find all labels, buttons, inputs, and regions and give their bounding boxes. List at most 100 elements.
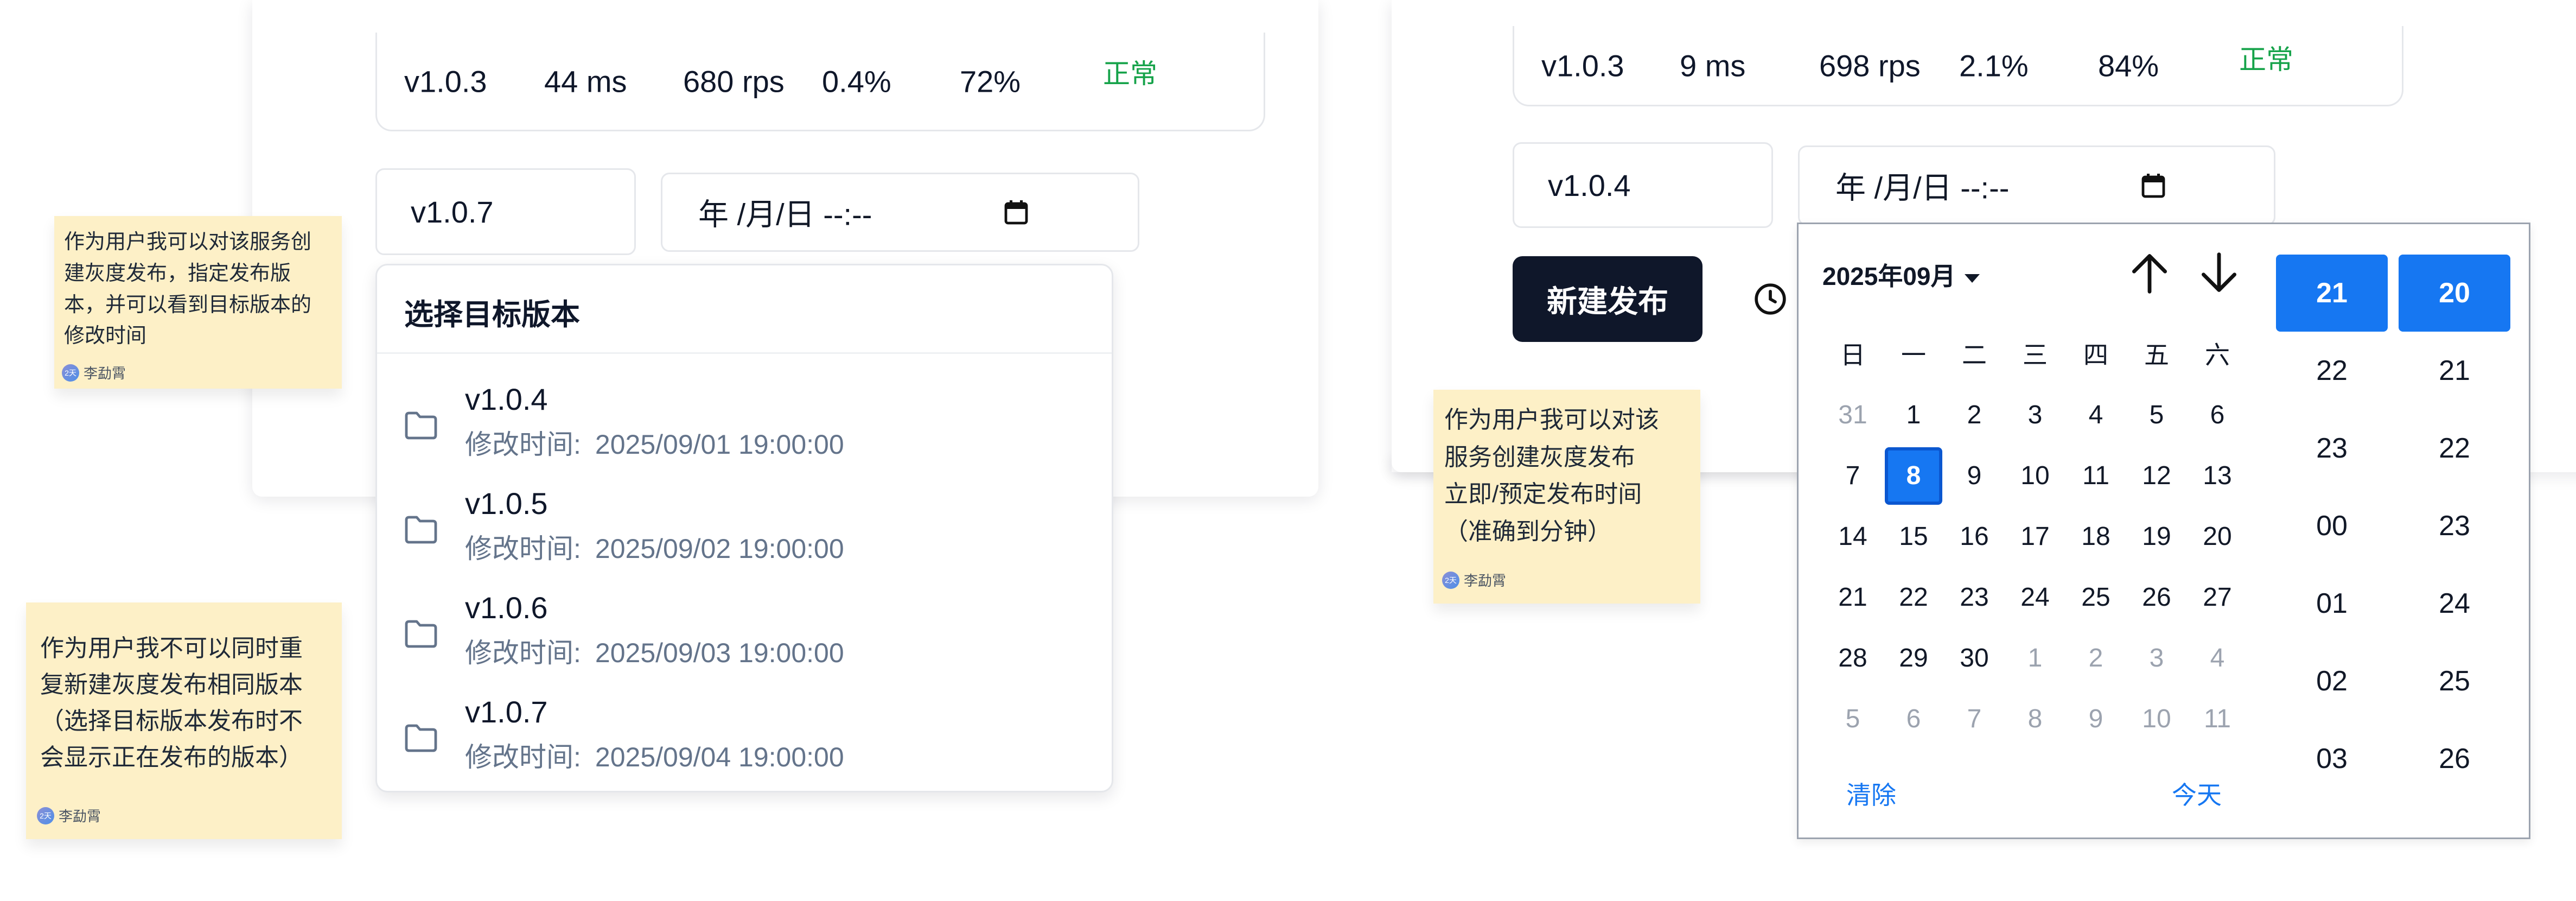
note-line: 本，并可以看到目标版本的 — [64, 293, 312, 316]
note-author: 2天 李勐霄 — [1442, 570, 1506, 590]
selected-day[interactable]: 8 — [1885, 447, 1942, 505]
calendar-day[interactable]: 26 — [2129, 570, 2184, 625]
left-metrics-row: v1.0.3 44 ms 680 rps 0.4% 72% 正常 — [375, 33, 1265, 131]
target-version-dropdown: 选择目标版本 v1.0.4 修改时间: 2025/09/01 19:00:00 v… — [375, 264, 1113, 792]
calendar-icon[interactable] — [1004, 200, 1028, 225]
calendar-day[interactable]: 20 — [2190, 510, 2245, 564]
dropdown-title: 选择目标版本 — [404, 299, 580, 331]
calendar-day[interactable]: 29 — [1886, 631, 1941, 686]
selected-hour[interactable]: 21 — [2276, 255, 2388, 332]
hour-option[interactable]: 02 — [2276, 643, 2388, 720]
metric-version: v1.0.3 — [1541, 48, 1624, 83]
calendar-day[interactable]: 4 — [2190, 631, 2245, 686]
version-option[interactable]: v1.0.4 修改时间: 2025/09/01 19:00:00 — [377, 372, 1112, 476]
calendar-day[interactable]: 7 — [1947, 692, 2001, 746]
version-select-value: v1.0.4 — [1548, 168, 1631, 202]
arrow-up-icon[interactable] — [2131, 251, 2169, 295]
weekday-label: 一 — [1901, 341, 1926, 369]
hour-option[interactable]: 01 — [2276, 565, 2388, 642]
calendar-day[interactable]: 3 — [2129, 631, 2184, 686]
calendar-day[interactable]: 12 — [2129, 449, 2184, 503]
modified-time: 2025/09/01 19:00:00 — [595, 429, 844, 460]
status-badge: 正常 — [2239, 45, 2293, 75]
calendar-day[interactable]: 30 — [1947, 631, 2001, 686]
calendar-day[interactable]: 10 — [2129, 692, 2184, 746]
version-select[interactable]: v1.0.7 — [375, 168, 636, 255]
metric-throughput: 680 rps — [683, 64, 785, 98]
note-line: 会显示正在发布的版本） — [40, 744, 303, 771]
datetime-input[interactable]: 年 /月/日 --:-- — [1798, 145, 2275, 226]
today-button[interactable]: 今天 — [2172, 776, 2222, 811]
calendar-day[interactable]: 6 — [2190, 388, 2245, 442]
minute-option[interactable]: 24 — [2399, 565, 2510, 642]
note-line: 服务创建灰度发布 — [1444, 443, 1635, 471]
version-option[interactable]: v1.0.7 修改时间: 2025/09/04 19:00:00 — [377, 684, 1112, 789]
calendar-day[interactable]: 14 — [1826, 510, 1880, 564]
metric-version: v1.0.3 — [404, 64, 487, 98]
calendar-day[interactable]: 28 — [1826, 631, 1880, 686]
sticky-note: 作为用户我不可以同时重 复新建灰度发布相同版本 （选择目标版本发布时不 会显示正… — [26, 602, 342, 839]
calendar-day[interactable]: 24 — [2008, 570, 2062, 625]
calendar-icon[interactable] — [2141, 173, 2165, 198]
note-line: （准确到分钟） — [1444, 518, 1611, 545]
calendar-day[interactable]: 27 — [2190, 570, 2245, 625]
minute-option[interactable]: 21 — [2399, 332, 2510, 409]
calendar-day[interactable]: 22 — [1886, 570, 1941, 625]
calendar-day[interactable]: 21 — [1826, 570, 1880, 625]
note-author: 2天 李勐霄 — [37, 805, 101, 826]
version-option[interactable]: v1.0.6 修改时间: 2025/09/03 19:00:00 — [377, 580, 1112, 684]
datetime-placeholder: 年 /月/日 --:-- — [1835, 170, 2010, 205]
calendar-day[interactable]: 15 — [1886, 510, 1941, 564]
minute-option[interactable]: 26 — [2399, 720, 2510, 797]
calendar-day[interactable]: 2 — [2069, 631, 2123, 686]
calendar-day[interactable]: 1 — [1886, 388, 1941, 442]
calendar-day[interactable]: 16 — [1947, 510, 2001, 564]
selected-minute[interactable]: 20 — [2399, 255, 2510, 332]
version-option[interactable]: v1.0.5 修改时间: 2025/09/02 19:00:00 — [377, 476, 1112, 580]
calendar-day[interactable]: 10 — [2008, 449, 2062, 503]
arrow-down-icon[interactable] — [2200, 251, 2238, 295]
minute-option[interactable]: 23 — [2399, 487, 2510, 564]
weekday-label: 二 — [1962, 341, 1987, 369]
calendar-day[interactable]: 25 — [2069, 570, 2123, 625]
calendar-day[interactable]: 23 — [1947, 570, 2001, 625]
minute-option[interactable]: 22 — [2399, 410, 2510, 487]
calendar-day[interactable]: 13 — [2190, 449, 2245, 503]
calendar-day[interactable]: 8 — [2008, 692, 2062, 746]
calendar-day[interactable]: 3 — [2008, 388, 2062, 442]
calendar-day[interactable]: 31 — [1826, 388, 1880, 442]
datetime-input[interactable]: 年 /月/日 --:-- — [661, 173, 1139, 252]
calendar-day[interactable]: 7 — [1826, 449, 1880, 503]
calendar-day[interactable]: 6 — [1886, 692, 1941, 746]
calendar-day[interactable]: 11 — [2069, 449, 2123, 503]
hour-option[interactable]: 03 — [2276, 720, 2388, 797]
note-author-name: 李勐霄 — [59, 808, 101, 824]
calendar-day[interactable]: 9 — [1947, 449, 2001, 503]
calendar-day[interactable]: 17 — [2008, 510, 2062, 564]
version-option-meta: 修改时间: 2025/09/04 19:00:00 — [465, 735, 844, 775]
metric-error-rate: 2.1% — [1959, 48, 2029, 83]
calendar-day[interactable]: 2 — [1947, 388, 2001, 442]
metric-latency: 9 ms — [1680, 48, 1746, 83]
dropdown-divider — [377, 352, 1112, 354]
modified-time: 2025/09/02 19:00:00 — [595, 534, 844, 564]
hour-option[interactable]: 00 — [2276, 487, 2388, 564]
version-option-meta: 修改时间: 2025/09/02 19:00:00 — [465, 527, 844, 566]
hour-option[interactable]: 23 — [2276, 410, 2388, 487]
minute-option[interactable]: 25 — [2399, 643, 2510, 720]
version-select[interactable]: v1.0.4 — [1513, 142, 1773, 228]
clear-button[interactable]: 清除 — [1846, 776, 1896, 811]
calendar-day[interactable]: 1 — [2008, 631, 2062, 686]
calendar-day[interactable]: 9 — [2069, 692, 2123, 746]
calendar-day[interactable]: 11 — [2190, 692, 2245, 746]
calendar-day[interactable]: 5 — [2129, 388, 2184, 442]
calendar-day[interactable]: 4 — [2069, 388, 2123, 442]
modified-time: 2025/09/03 19:00:00 — [595, 638, 844, 668]
month-selector[interactable]: 2025年09月 — [1822, 257, 1980, 293]
hour-option[interactable]: 22 — [2276, 332, 2388, 409]
calendar-day[interactable]: 19 — [2129, 510, 2184, 564]
new-release-button[interactable]: 新建发布 — [1513, 256, 1703, 342]
clock-icon[interactable] — [1754, 282, 1787, 316]
calendar-day[interactable]: 18 — [2069, 510, 2123, 564]
calendar-day[interactable]: 5 — [1826, 692, 1880, 746]
